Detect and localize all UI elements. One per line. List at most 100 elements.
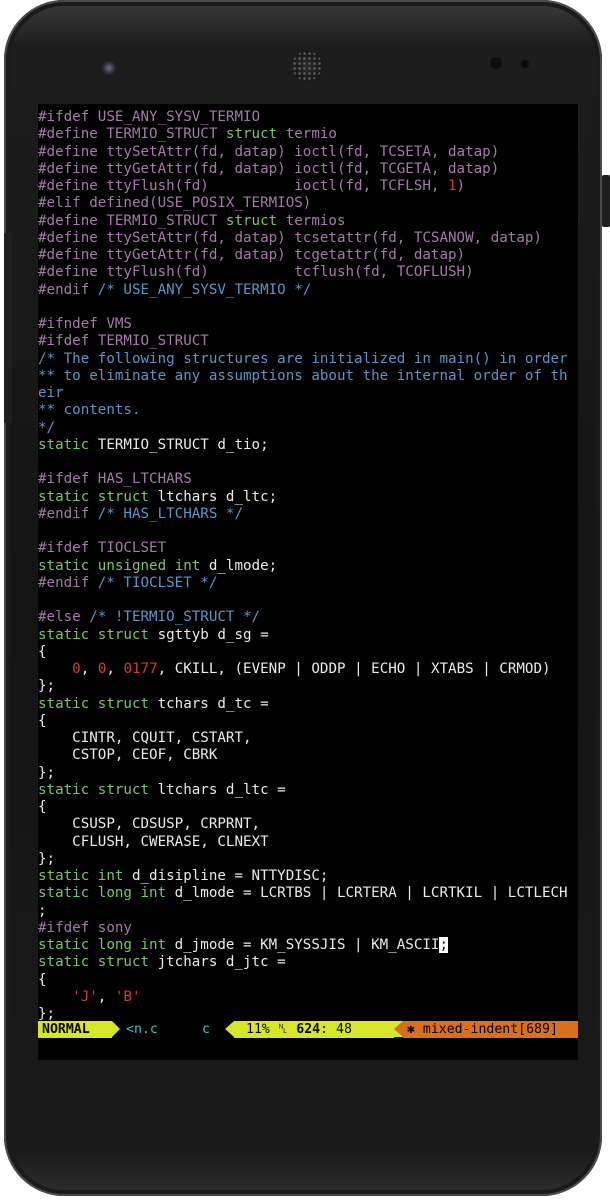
code-token: #elif defined(USE_POSIX_TERMIOS) (38, 195, 312, 212)
code-line[interactable]: static struct sgttyb d_sg = (38, 627, 568, 644)
code-line[interactable]: #ifdef sony (38, 920, 568, 937)
code-line[interactable]: eir (38, 385, 568, 402)
code-token: unsigned (97, 557, 167, 574)
code-line[interactable]: CFLUSH, CWERASE, CLNEXT (38, 834, 568, 851)
code-line[interactable]: static struct tchars d_tc = (38, 696, 568, 713)
code-line[interactable]: CINTR, CQUIT, CSTART, (38, 730, 568, 747)
code-line[interactable]: #else /* !TERMIO_STRUCT */ (38, 609, 568, 626)
code-line[interactable]: CSTOP, CEOF, CBRK (38, 747, 568, 764)
code-token: struct (225, 126, 278, 143)
code-line[interactable]: static struct jtchars d_jtc = (38, 954, 568, 971)
column-number: 48 (336, 1022, 352, 1037)
proximity-sensor (490, 57, 502, 69)
code-token: d_lmode; (200, 557, 278, 574)
code-line[interactable]: #ifdef USE_ANY_SYSV_TERMIO (38, 109, 568, 126)
code-token: */ (38, 419, 56, 436)
code-line[interactable]: #endif /* USE_ANY_SYSV_TERMIO */ (38, 282, 568, 299)
code-line[interactable]: { (38, 713, 568, 730)
code-line[interactable]: ** contents. (38, 402, 568, 419)
code-line[interactable]: }; (38, 678, 568, 695)
code-line[interactable]: static int d_disipline = NTTYDISC; (38, 868, 568, 885)
code-line[interactable]: #define ttyGetAttr(fd, datap) tcgetattr(… (38, 247, 568, 264)
code-token: struct (97, 781, 150, 798)
code-line[interactable]: #ifdef TIOCLSET (38, 540, 568, 557)
code-token: CSUSP, CDSUSP, CRPRNT, (38, 816, 261, 833)
code-line[interactable]: 0, 0, 0177, CKILL, (EVENP | ODDP | ECHO … (38, 661, 568, 678)
code-line[interactable] (38, 299, 568, 316)
terminal-screen[interactable]: #ifdef USE_ANY_SYSV_TERMIO #define TERMIO… (38, 104, 578, 1060)
code-line[interactable]: #ifndef VMS (38, 316, 568, 333)
volume-button (4, 233, 12, 423)
code-token: static (38, 626, 90, 643)
code-token: termios (277, 212, 346, 229)
code-token: , (97, 988, 115, 1005)
code-token: }; (38, 1006, 56, 1022)
code-line[interactable]: }; (38, 765, 568, 782)
code-token: , (106, 661, 124, 677)
file-type: c (202, 1022, 210, 1037)
code-line[interactable]: static struct ltchars d_ltc = (38, 782, 568, 799)
code-line[interactable]: #define TERMIO_STRUCT struct termios (38, 213, 568, 230)
code-token: #ifdef TIOCLSET (38, 540, 167, 557)
code-line[interactable]: #ifdef TERMIO_STRUCT (38, 333, 568, 350)
powerline-separator (225, 1021, 234, 1037)
code-token: { (38, 799, 47, 815)
code-line[interactable]: }; (38, 851, 568, 868)
code-line[interactable]: static struct ltchars d_ltc; (38, 489, 568, 506)
code-token: int (140, 937, 167, 953)
code-line[interactable]: #define ttyFlush(fd) ioctl(fd, TCFLSH, 1… (38, 178, 568, 195)
code-token: struct (97, 488, 150, 505)
code-token: /* The following structures are initiali… (38, 350, 568, 367)
code-token: #define ttySetAttr(fd, datap) tcsetattr(… (38, 229, 542, 246)
code-token: int (97, 868, 124, 884)
code-line[interactable]: static unsigned int d_lmode; (38, 558, 568, 575)
code-line[interactable]: #define ttySetAttr(fd, datap) tcsetattr(… (38, 230, 568, 247)
code-line[interactable]: #define ttyFlush(fd) tcflush(fd, TCOFLUS… (38, 264, 568, 281)
code-line[interactable]: static TERMIO_STRUCT d_tio; (38, 437, 568, 454)
code-line[interactable]: { (38, 799, 568, 816)
whitespace-warning: ✱ mixed-indent[689] (403, 1021, 578, 1038)
code-token: CFLUSH, CWERASE, CLNEXT (38, 833, 269, 850)
code-line[interactable]: #define ttySetAttr(fd, datap) ioctl(fd, … (38, 144, 568, 161)
code-line[interactable]: #endif /* HAS_LTCHARS */ (38, 506, 568, 523)
code-line[interactable] (38, 523, 568, 540)
code-token: static (38, 885, 90, 902)
powerline-separator (394, 1021, 403, 1037)
code-line[interactable]: static long int d_jmode = KM_SYSSJIS | K… (38, 937, 568, 954)
code-line[interactable]: /* The following structures are initiali… (38, 351, 568, 368)
code-line[interactable]: #define TERMIO_STRUCT struct termio (38, 126, 568, 143)
light-sensor (521, 60, 529, 68)
code-line[interactable]: ; (38, 903, 568, 920)
text-cursor: ; (439, 937, 449, 953)
code-token: ltchars d_ltc = (149, 781, 286, 798)
code-line[interactable] (38, 454, 568, 471)
code-token: ** contents. (38, 402, 141, 419)
code-line[interactable]: */ (38, 420, 568, 437)
powerline-separator (112, 1021, 120, 1037)
code-line[interactable] (38, 592, 568, 609)
code-buffer[interactable]: #ifdef USE_ANY_SYSV_TERMIO #define TERMIO… (38, 109, 568, 1023)
earpiece-speaker-icon (292, 51, 322, 81)
code-line[interactable]: #define ttyGetAttr(fd, datap) ioctl(fd, … (38, 161, 568, 178)
code-token: #define ttyGetAttr(fd, datap) tcgetattr(… (38, 247, 466, 263)
code-token: }; (38, 850, 56, 867)
code-line[interactable]: 'J', 'B' (38, 989, 568, 1006)
code-line[interactable]: { (38, 644, 568, 661)
code-line[interactable]: static long int d_lmode = LCRTBS | LCRTE… (38, 885, 568, 902)
code-token: 1 (448, 178, 457, 194)
code-token: long (97, 885, 132, 902)
code-token: int (140, 885, 167, 902)
code-token: sgttyb d_sg = (149, 626, 269, 643)
phone-frame: #ifdef USE_ANY_SYSV_TERMIO #define TERMIO… (4, 0, 610, 1196)
code-line[interactable]: #endif /* TIOCLSET */ (38, 575, 568, 592)
code-line[interactable]: CSUSP, CDSUSP, CRPRNT, (38, 816, 568, 833)
code-line[interactable]: { (38, 972, 568, 989)
code-line[interactable]: ** to eliminate any assumptions about th… (38, 368, 568, 385)
code-line[interactable]: #elif defined(USE_POSIX_TERMIOS) (38, 195, 568, 212)
code-line[interactable]: #ifdef HAS_LTCHARS (38, 471, 568, 488)
